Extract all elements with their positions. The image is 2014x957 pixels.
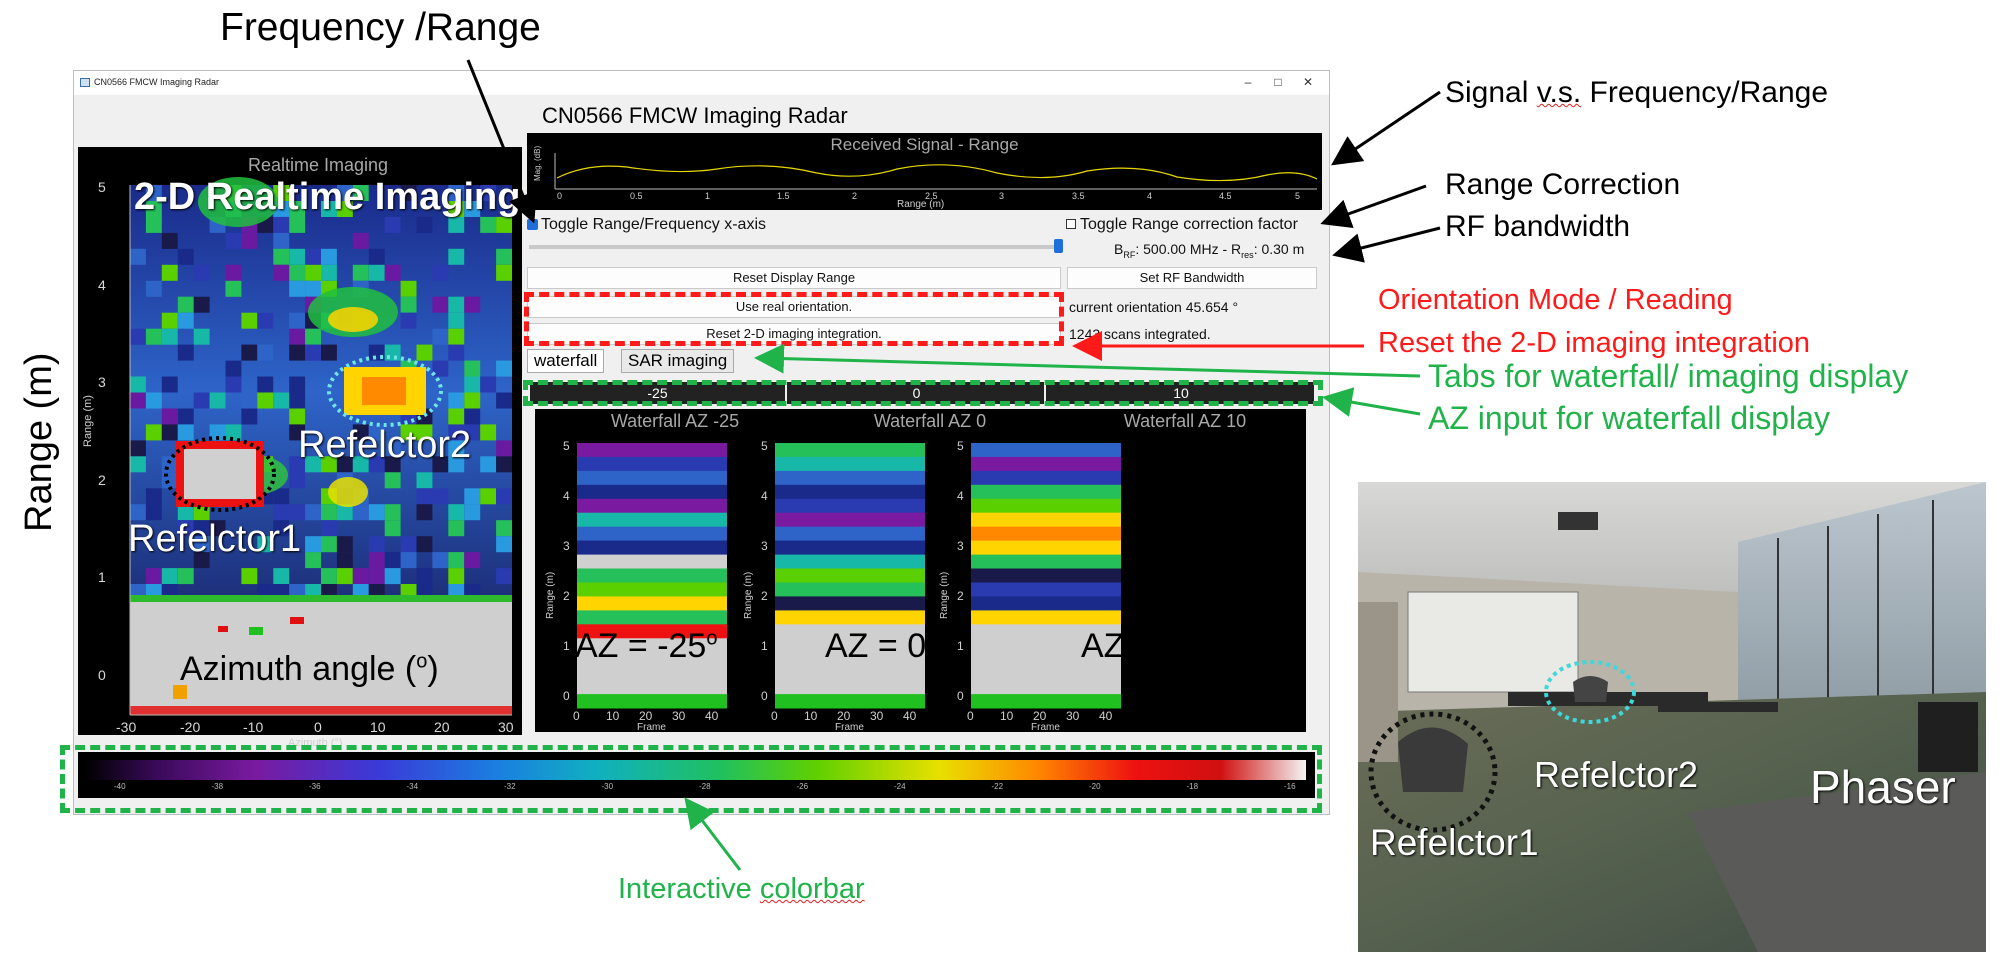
photo-reflector2-label: Refelctor2 [1534, 754, 1699, 795]
classroom-photo: Refelctor1 Refelctor2 Phaser [1358, 482, 1986, 952]
classroom-scene [1358, 482, 1986, 952]
photo-phaser-label: Phaser [1810, 761, 1956, 813]
photo-reflector1-label: Refelctor1 [1370, 822, 1539, 863]
